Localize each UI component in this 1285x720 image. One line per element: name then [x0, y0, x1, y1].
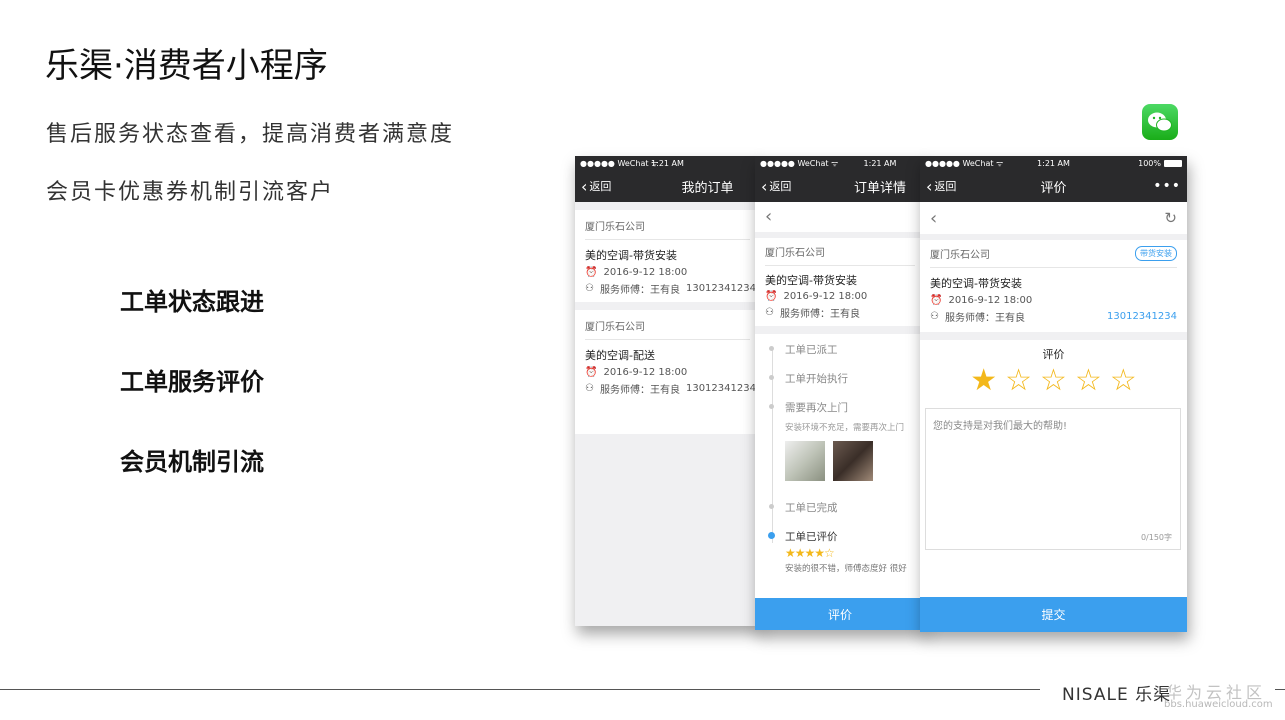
star-2-icon[interactable]: ☆ — [1005, 364, 1032, 398]
timeline-label: 工单开始执行 — [785, 373, 848, 385]
phone-my-orders: ●●●●● WeChat ᯤ 1:21 AM ‹ 返回 我的订单 厦门乐石公司 美… — [575, 156, 760, 626]
clock-icon: ⏰ — [765, 291, 778, 302]
tech-phone: 13012341234 — [685, 283, 756, 294]
company-label: 厦门乐石公司 — [585, 222, 645, 233]
chevron-left-icon[interactable]: ‹ — [930, 208, 937, 229]
status-bar: ●●●●● WeChat ᯤ 1:21 AM 100% — [920, 156, 1187, 170]
timeline-item: 工单已评价 ★★★★☆ 安装的很不错，师傅态度好 很好 — [768, 529, 925, 587]
order-time: 2016-9-12 18:00 — [603, 367, 688, 378]
order-time: 2016-9-12 18:00 — [948, 295, 1033, 306]
order-title: 美的空调-配送 — [585, 349, 655, 362]
back-label: 返回 — [934, 180, 957, 193]
back-button[interactable]: ‹ 返回 — [926, 177, 956, 196]
user-icon: ⚇ — [585, 283, 594, 294]
order-time: 2016-9-12 18:00 — [783, 291, 868, 302]
clock-label: 1:21 AM — [651, 158, 684, 168]
back-button[interactable]: ‹ 返回 — [581, 177, 611, 196]
technician: 服务师傅：王有良 — [599, 285, 680, 296]
timeline-label: 工单已评价 — [785, 531, 838, 543]
slide-subtitle-1: 售后服务状态查看，提高消费者满意度 — [46, 122, 455, 147]
clock-icon: ⏰ — [585, 367, 598, 378]
more-icon[interactable]: ••• — [1153, 178, 1181, 194]
timeline-item: 需要再次上门 安装环境不充足，需要再次上门 — [769, 400, 925, 500]
timeline-label: 需要再次上门 — [785, 402, 848, 414]
footer-divider — [1275, 689, 1285, 690]
technician: 服务师傅：王有良 — [599, 385, 680, 396]
photo-thumbnail[interactable] — [785, 441, 825, 481]
service-type-badge: 带货安装 — [1135, 246, 1177, 261]
feature-item-2: 工单服务评价 — [120, 368, 264, 396]
nav-title: 评价 — [1040, 180, 1067, 196]
timeline: 工单已派工 工单开始执行 需要再次上门 安装环境不充足，需要再次上门 工单已完成… — [755, 334, 925, 587]
star-1-icon[interactable]: ★ — [970, 364, 997, 398]
star-4-icon[interactable]: ☆ — [1075, 364, 1102, 398]
footer-divider — [0, 689, 1040, 690]
tech-phone: 13012341234 — [685, 383, 756, 394]
photo-thumbnail[interactable] — [833, 441, 873, 481]
user-icon: ⚇ — [930, 311, 939, 322]
order-title: 美的空调-带货安装 — [765, 274, 857, 287]
order-time: 2016-9-12 18:00 — [603, 267, 688, 278]
technician: 服务师傅：王有良 — [779, 309, 860, 320]
company-label: 厦门乐石公司 — [930, 250, 990, 261]
nav-bar: ‹ 返回 评价 ••• — [920, 170, 1187, 202]
list-footer — [575, 402, 760, 434]
chevron-left-icon: ‹ — [761, 176, 768, 196]
company-label: 厦门乐石公司 — [765, 248, 825, 259]
timeline-item: 工单已完成 — [769, 500, 925, 529]
phone-order-detail: ●●●●● WeChat ᯤ 1:21 AM ‹ 返回 订单详情 ‹ 厦门乐石公司… — [755, 156, 925, 630]
company-label: 厦门乐石公司 — [585, 322, 645, 333]
rating-stars: ★★★★☆ — [785, 546, 835, 560]
nav-bar: ‹ 返回 订单详情 — [755, 170, 925, 202]
rating-label: 评价 — [1042, 348, 1065, 361]
user-icon: ⚇ — [765, 307, 774, 318]
char-counter: 0/150字 — [1140, 533, 1172, 542]
watermark-url: bbs.huaweicloud.com — [1164, 699, 1273, 710]
clock-icon: ⏰ — [930, 295, 943, 306]
review-comment: 安装的很不错，师傅态度好 很好 — [785, 564, 907, 574]
rating-stars: ★ ☆ ☆ ☆ ☆ — [920, 364, 1187, 398]
clock-icon: ⏰ — [585, 267, 598, 278]
tech-phone-link[interactable]: 13012341234 — [1107, 311, 1177, 322]
order-card[interactable]: 厦门乐石公司 美的空调-配送 ⏰ 2016-9-12 18:00 ⚇ 服务师傅：王有… — [575, 310, 760, 402]
feature-item-3: 会员机制引流 — [120, 448, 264, 476]
rate-button[interactable]: 评价 — [755, 598, 925, 630]
timeline-note: 安装环境不充足，需要再次上门 — [785, 423, 905, 433]
order-card[interactable]: 厦门乐石公司 美的空调-带货安装 ⏰ 2016-9-12 18:00 ⚇ 服务师傅：… — [575, 210, 760, 302]
chevron-left-icon: ‹ — [581, 176, 588, 196]
slide-subtitle-2: 会员卡优惠券机制引流客户 — [46, 180, 335, 205]
user-icon: ⚇ — [585, 383, 594, 394]
feature-item-1: 工单状态跟进 — [120, 288, 264, 316]
chevron-left-icon: ‹ — [926, 176, 933, 196]
chevron-left-icon[interactable]: ‹ — [755, 202, 925, 232]
technician: 服务师傅：王有良 — [944, 313, 1025, 324]
status-bar: ●●●●● WeChat ᯤ 1:21 AM — [575, 156, 760, 170]
review-placeholder: 您的支持是对我们最大的帮助! — [933, 421, 1068, 432]
phone-rating: ●●●●● WeChat ᯤ 1:21 AM 100% ‹ 返回 评价 ••• ‹… — [920, 156, 1187, 632]
order-title: 美的空调-带货安装 — [585, 249, 677, 262]
wechat-logo-icon — [1142, 104, 1178, 140]
star-3-icon[interactable]: ☆ — [1040, 364, 1067, 398]
review-textarea[interactable]: 您的支持是对我们最大的帮助! 0/150字 — [925, 408, 1181, 550]
back-button[interactable]: ‹ 返回 — [761, 177, 791, 196]
clock-label: 1:21 AM — [1037, 158, 1070, 168]
star-5-icon[interactable]: ☆ — [1110, 364, 1137, 398]
submit-button[interactable]: 提交 — [920, 597, 1187, 632]
nav-bar: ‹ 返回 我的订单 — [575, 170, 760, 202]
timeline-label: 工单已完成 — [785, 502, 838, 514]
slide-title: 乐渠·消费者小程序 — [45, 46, 328, 86]
back-label: 返回 — [769, 180, 792, 193]
order-title: 美的空调-带货安装 — [930, 277, 1022, 290]
back-label: 返回 — [589, 180, 612, 193]
timeline-item: 工单开始执行 — [769, 371, 925, 400]
refresh-icon[interactable]: ↻ — [1164, 209, 1177, 227]
timeline-label: 工单已派工 — [785, 344, 838, 356]
status-bar: ●●●●● WeChat ᯤ 1:21 AM — [755, 156, 925, 170]
brand-logo: NISALE 乐渠 — [1062, 685, 1172, 705]
timeline-item: 工单已派工 — [769, 342, 925, 371]
clock-label: 1:21 AM — [863, 158, 897, 168]
